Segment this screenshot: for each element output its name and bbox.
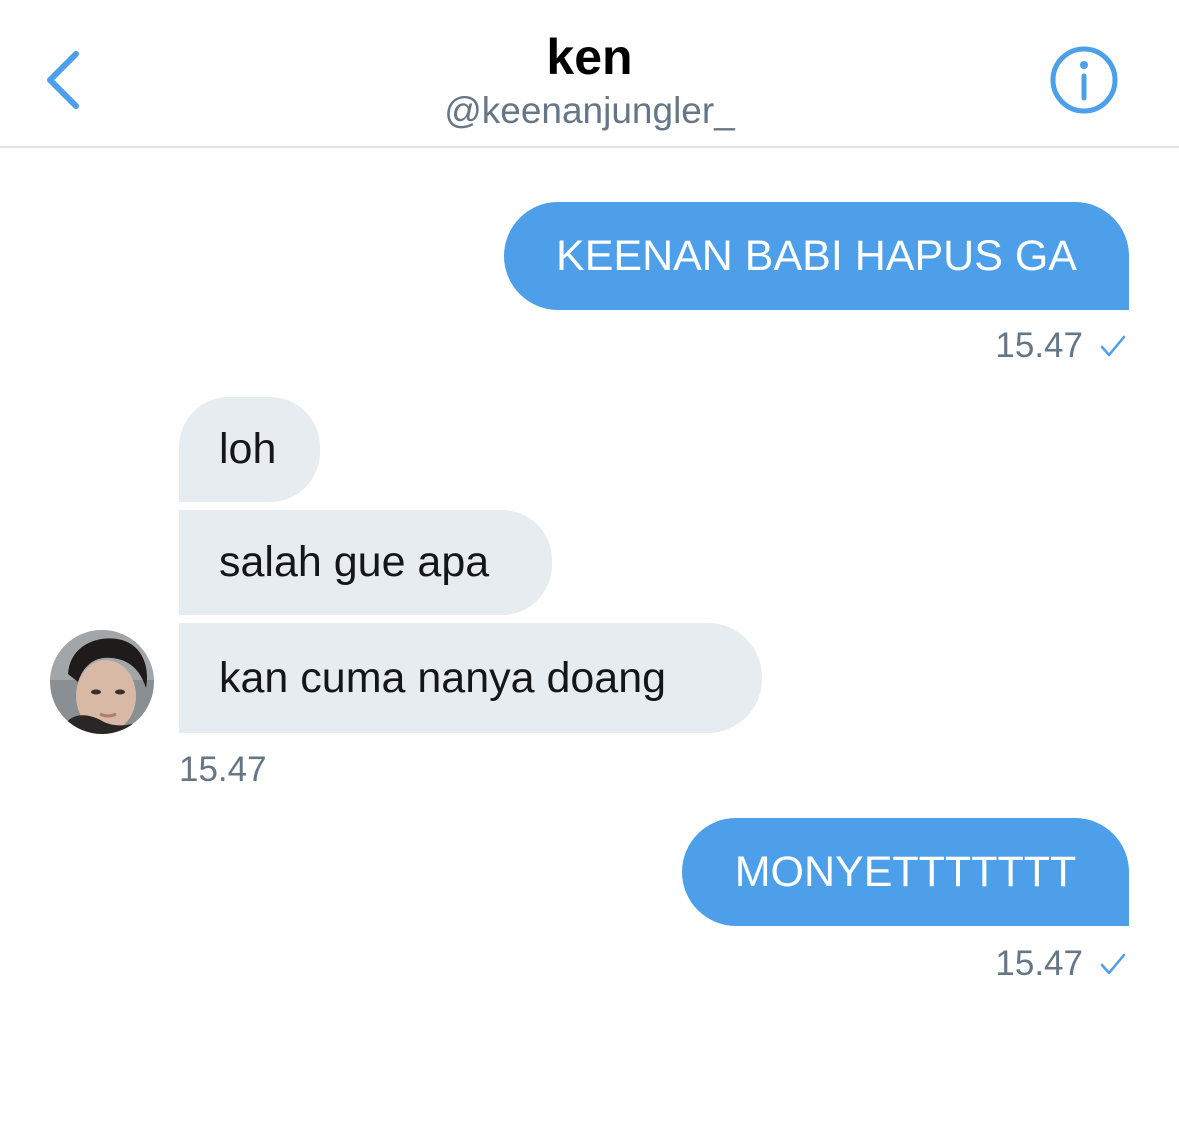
timestamp-text: 15.47 <box>179 750 267 789</box>
timestamp-text: 15.47 <box>995 944 1083 983</box>
conversation-header: ken @keenanjungler_ <box>0 0 1179 148</box>
message-text: KEENAN BABI HAPUS GA <box>556 231 1077 280</box>
message-bubble-outgoing[interactable]: MONYETTTTTTT <box>682 818 1129 926</box>
info-icon <box>1050 46 1118 114</box>
contact-name[interactable]: ken <box>0 28 1179 86</box>
message-bubble-incoming[interactable]: salah gue apa <box>179 510 552 615</box>
message-bubble-incoming[interactable]: loh <box>179 397 320 502</box>
info-button[interactable] <box>1048 44 1120 116</box>
message-text: loh <box>219 425 277 473</box>
message-timestamp: 15.47 <box>995 326 1127 366</box>
message-timestamp: 15.47 <box>995 944 1127 984</box>
message-bubble-outgoing[interactable]: KEENAN BABI HAPUS GA <box>504 202 1129 310</box>
message-text: kan cuma nanya doang <box>219 653 667 702</box>
message-text: salah gue apa <box>219 538 490 586</box>
dm-conversation-screen: ken @keenanjungler_ KEENAN BABI HAPUS GA… <box>0 0 1179 1130</box>
profile-photo <box>50 630 154 734</box>
sent-check-icon <box>1100 335 1126 357</box>
avatar[interactable] <box>50 630 154 734</box>
message-text: MONYETTTTTTT <box>734 847 1077 896</box>
sent-check-icon <box>1100 953 1126 975</box>
timestamp-text: 15.47 <box>995 326 1083 365</box>
message-bubble-incoming[interactable]: kan cuma nanya doang <box>179 623 762 733</box>
message-timestamp: 15.47 <box>179 750 267 790</box>
contact-handle[interactable]: @keenanjungler_ <box>0 90 1179 132</box>
